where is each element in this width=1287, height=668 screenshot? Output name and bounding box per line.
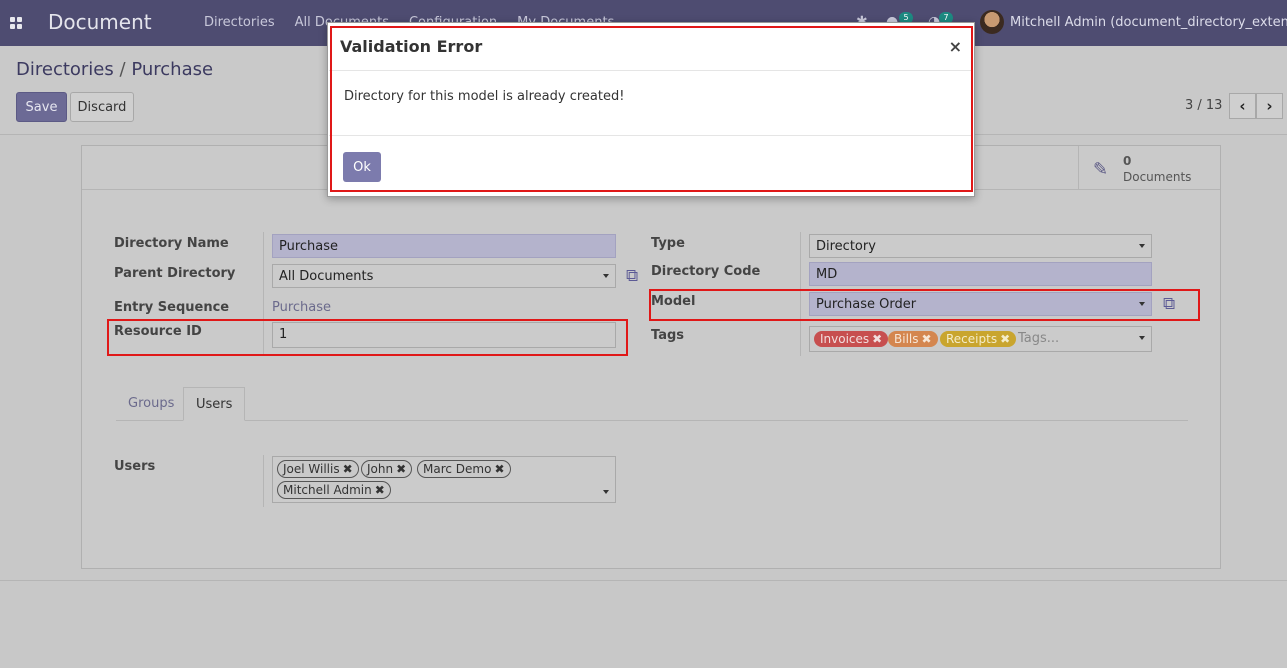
tags-label: Tags: [651, 328, 685, 343]
users-field[interactable]: Joel Willis ✖ John ✖ Marc Demo ✖ Mitchell A…: [272, 456, 616, 503]
type-label: Type: [651, 236, 685, 251]
resource-id-highlight: [107, 319, 628, 356]
edit-icon: ✎: [1093, 159, 1109, 180]
user-tag-john: John ✖: [361, 460, 413, 478]
discard-button[interactable]: Discard: [70, 92, 134, 122]
directory-name-field[interactable]: Purchase: [272, 234, 616, 258]
remove-user-icon[interactable]: ✖: [396, 462, 406, 476]
remove-tag-icon[interactable]: ✖: [872, 332, 882, 346]
tag-receipts: Receipts ✖: [940, 331, 1017, 347]
app-title: Document: [48, 10, 152, 34]
documents-label: Documents: [1123, 170, 1192, 184]
tag-bills: Bills ✖: [888, 331, 938, 347]
divider: [0, 580, 1287, 581]
remove-tag-icon[interactable]: ✖: [922, 332, 932, 346]
chevron-down-icon: [1139, 244, 1145, 248]
tags-field[interactable]: Invoices ✖ Bills ✖ Receipts ✖ Tags...: [809, 326, 1152, 352]
breadcrumb-current: Purchase: [131, 59, 214, 80]
remove-user-icon[interactable]: ✖: [494, 462, 504, 476]
breadcrumb-separator: /: [119, 59, 126, 80]
notebook-tabs: Groups Users: [116, 387, 1188, 421]
menu-item-directories[interactable]: Directories: [204, 15, 275, 30]
type-select[interactable]: Directory: [809, 234, 1152, 258]
chevron-left-icon[interactable]: ‹: [1229, 93, 1256, 119]
save-button[interactable]: Save: [16, 92, 67, 122]
dialog-highlight: [330, 26, 973, 192]
apps-grid-icon[interactable]: [10, 17, 22, 29]
directory-code-field[interactable]: MD: [809, 262, 1152, 286]
external-link-icon[interactable]: ⧉: [626, 266, 638, 286]
user-menu[interactable]: Mitchell Admin (document_directory_exten…: [1010, 15, 1287, 30]
users-label: Users: [114, 459, 156, 474]
chevron-down-icon: [1139, 336, 1145, 340]
pager-value: 3 / 13: [1185, 98, 1223, 113]
parent-directory-select[interactable]: All Documents: [272, 264, 616, 288]
remove-tag-icon[interactable]: ✖: [1000, 332, 1010, 346]
parent-directory-label: Parent Directory: [114, 266, 236, 281]
documents-stat-button[interactable]: ✎ 0 Documents: [1078, 146, 1220, 190]
directory-code-label: Directory Code: [651, 264, 761, 279]
form-sheet: ✎ 0 Documents Directory Name Parent Dire…: [81, 145, 1221, 569]
chevron-right-icon[interactable]: ›: [1256, 93, 1283, 119]
breadcrumb: Directories / Purchase: [16, 59, 213, 80]
breadcrumb-directories[interactable]: Directories: [16, 59, 114, 80]
avatar[interactable]: [980, 10, 1004, 34]
tab-users[interactable]: Users: [183, 387, 246, 421]
entry-sequence-value: Purchase: [272, 300, 332, 315]
chevron-down-icon: [603, 274, 609, 278]
user-tag-joel-willis: Joel Willis ✖: [277, 460, 359, 478]
user-tag-mitchell-admin: Mitchell Admin ✖: [277, 481, 391, 499]
tags-input[interactable]: Tags...: [1018, 331, 1059, 346]
chevron-down-icon: [603, 490, 609, 494]
users-divider: [263, 455, 264, 507]
documents-count: 0: [1123, 154, 1132, 168]
parent-directory-value: All Documents: [279, 269, 374, 284]
remove-user-icon[interactable]: ✖: [375, 483, 385, 497]
directory-name-label: Directory Name: [114, 236, 229, 251]
remove-user-icon[interactable]: ✖: [343, 462, 353, 476]
tag-invoices: Invoices ✖: [814, 331, 889, 347]
type-value: Directory: [816, 239, 876, 254]
model-highlight: [649, 289, 1200, 321]
validation-error-dialog: Validation Error × Directory for this mo…: [327, 22, 975, 197]
user-tag-marc-demo: Marc Demo ✖: [417, 460, 511, 478]
tab-groups[interactable]: Groups: [116, 387, 186, 421]
entry-sequence-label: Entry Sequence: [114, 300, 230, 315]
